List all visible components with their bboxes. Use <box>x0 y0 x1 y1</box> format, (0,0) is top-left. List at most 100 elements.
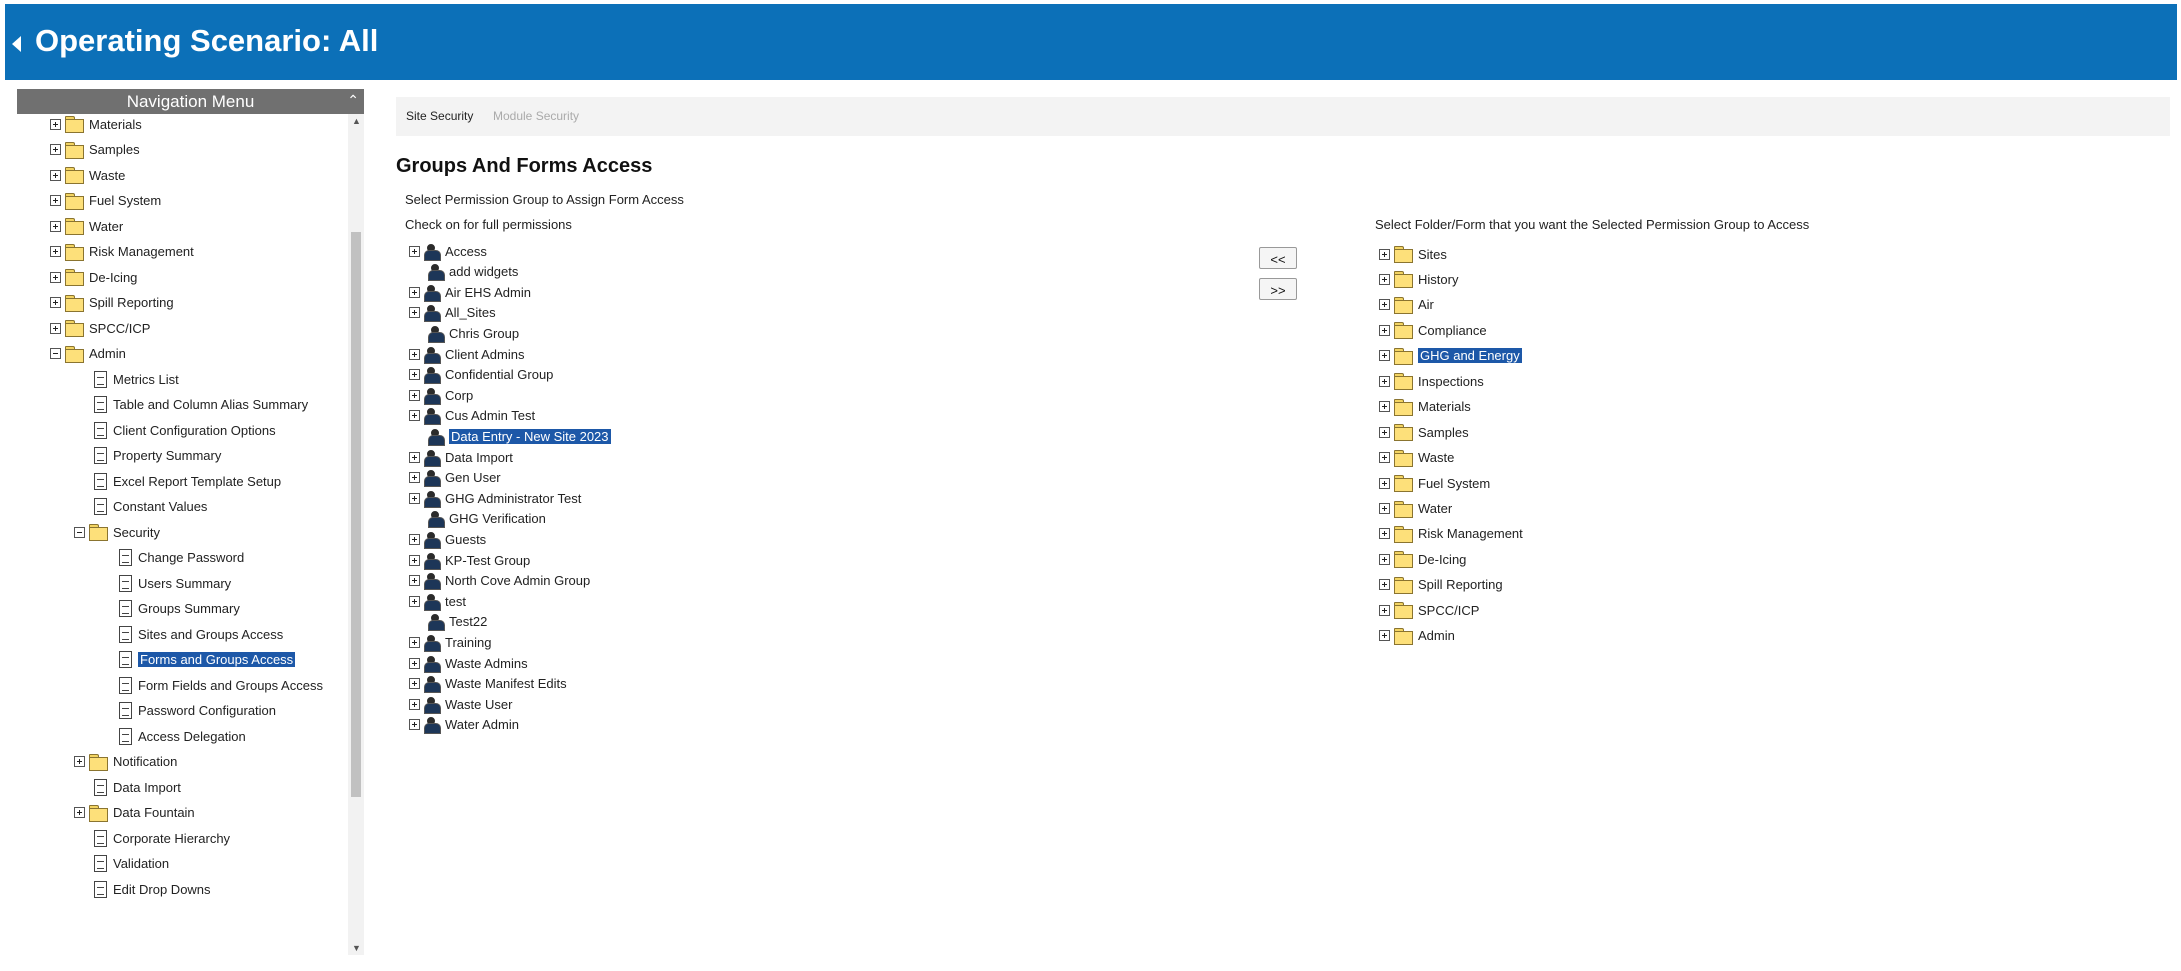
nav-item-forms-and-groups-access[interactable]: Forms and Groups Access <box>119 649 296 671</box>
expand-icon[interactable] <box>1379 503 1390 514</box>
folder-item-ghg-and-energy[interactable]: GHG and Energy <box>1379 345 1522 367</box>
tab-module-security[interactable]: Module Security <box>493 109 579 123</box>
expand-icon[interactable] <box>1379 273 1390 285</box>
folder-item-compliance[interactable]: Compliance <box>1379 319 1487 341</box>
folder-item-admin[interactable]: Admin <box>1379 625 1455 647</box>
nav-item-notification[interactable]: Notification <box>74 751 177 773</box>
expand-icon[interactable] <box>409 286 420 298</box>
collapse-arrow-icon[interactable] <box>12 36 21 52</box>
expand-icon[interactable] <box>50 118 61 130</box>
group-item-add-widgets[interactable]: add widgets <box>428 261 518 283</box>
expand-icon[interactable] <box>409 451 420 463</box>
nav-item-data-fountain[interactable]: Data Fountain <box>74 802 195 824</box>
group-item-client-admins[interactable]: Client Admins <box>409 343 524 365</box>
expand-icon[interactable] <box>1379 248 1390 260</box>
nav-item-materials[interactable]: Materials <box>50 113 142 135</box>
nav-item-change-password[interactable]: Change Password <box>119 547 244 569</box>
group-item-kp-test-group[interactable]: KP-Test Group <box>409 549 530 571</box>
collapse-icon[interactable] <box>50 348 61 359</box>
tab-site-security[interactable]: Site Security <box>406 109 473 123</box>
group-item-ghg-verification[interactable]: GHG Verification <box>428 508 546 530</box>
expand-icon[interactable] <box>409 698 420 710</box>
group-item-training[interactable]: Training <box>409 631 491 653</box>
expand-icon[interactable] <box>1379 324 1390 336</box>
expand-icon[interactable] <box>74 807 85 818</box>
expand-icon[interactable] <box>409 348 420 360</box>
folder-item-spill-reporting[interactable]: Spill Reporting <box>1379 574 1503 596</box>
group-item-test22[interactable]: Test22 <box>428 611 487 633</box>
expand-icon[interactable] <box>409 369 420 381</box>
scroll-up-arrow-icon[interactable]: ▲ <box>352 116 361 126</box>
expand-icon[interactable] <box>50 169 61 181</box>
folder-item-history[interactable]: History <box>1379 268 1458 290</box>
nav-item-water[interactable]: Water <box>50 215 123 237</box>
group-item-corp[interactable]: Corp <box>409 384 473 406</box>
expand-icon[interactable] <box>409 389 420 401</box>
folder-item-sites[interactable]: Sites <box>1379 243 1447 265</box>
folder-item-water[interactable]: Water <box>1379 498 1452 520</box>
expand-icon[interactable] <box>409 719 420 731</box>
folder-item-fuel-system[interactable]: Fuel System <box>1379 472 1490 494</box>
collapse-icon[interactable] <box>74 526 85 538</box>
expand-icon[interactable] <box>1379 452 1390 464</box>
folder-item-samples[interactable]: Samples <box>1379 421 1469 443</box>
nav-item-sites-and-groups-access[interactable]: Sites and Groups Access <box>119 623 283 645</box>
nav-item-excel-report-template-setup[interactable]: Excel Report Template Setup <box>94 470 281 492</box>
expand-icon[interactable] <box>1379 630 1390 642</box>
expand-icon[interactable] <box>409 492 420 504</box>
expand-icon[interactable] <box>409 636 420 648</box>
nav-item-access-delegation[interactable]: Access Delegation <box>119 725 246 747</box>
scrollbar-thumb[interactable] <box>351 232 361 797</box>
group-item-chris-group[interactable]: Chris Group <box>428 322 519 344</box>
nav-item-corporate-hierarchy[interactable]: Corporate Hierarchy <box>94 827 230 849</box>
expand-icon[interactable] <box>1379 401 1390 413</box>
expand-icon[interactable] <box>50 322 61 334</box>
remove-access-button[interactable]: << <box>1259 247 1297 269</box>
expand-icon[interactable] <box>409 657 420 669</box>
group-item-water-admin[interactable]: Water Admin <box>409 714 519 736</box>
group-item-access[interactable]: Access <box>409 240 487 262</box>
expand-icon[interactable] <box>1379 299 1390 311</box>
nav-item-samples[interactable]: Samples <box>50 139 140 161</box>
folder-item-air[interactable]: Air <box>1379 294 1434 316</box>
nav-item-constant-values[interactable]: Constant Values <box>94 496 207 518</box>
expand-icon[interactable] <box>1379 426 1390 438</box>
nav-item-data-import[interactable]: Data Import <box>94 776 181 798</box>
nav-item-spill-reporting[interactable]: Spill Reporting <box>50 292 174 314</box>
grant-access-button[interactable]: >> <box>1259 278 1297 300</box>
group-item-waste-admins[interactable]: Waste Admins <box>409 652 528 674</box>
group-item-cus-admin-test[interactable]: Cus Admin Test <box>409 405 535 427</box>
nav-item-waste[interactable]: Waste <box>50 164 125 186</box>
expand-icon[interactable] <box>409 595 420 607</box>
expand-icon[interactable] <box>74 756 85 767</box>
expand-icon[interactable] <box>50 246 61 257</box>
folder-item-spcc-icp[interactable]: SPCC/ICP <box>1379 599 1479 621</box>
expand-icon[interactable] <box>50 195 61 206</box>
expand-icon[interactable] <box>1379 604 1390 616</box>
expand-icon[interactable] <box>409 472 420 484</box>
expand-icon[interactable] <box>409 245 420 257</box>
scroll-down-arrow-icon[interactable]: ▼ <box>352 943 361 953</box>
nav-item-client-configuration-options[interactable]: Client Configuration Options <box>94 419 276 441</box>
nav-item-validation[interactable]: Validation <box>94 853 169 875</box>
folder-item-risk-management[interactable]: Risk Management <box>1379 523 1523 545</box>
expand-icon[interactable] <box>50 144 61 155</box>
expand-icon[interactable] <box>1379 350 1390 362</box>
expand-icon[interactable] <box>1379 579 1390 591</box>
group-item-data-import[interactable]: Data Import <box>409 446 513 468</box>
group-item-data-entry-new-site-2023[interactable]: Data Entry - New Site 2023 <box>428 425 611 447</box>
folder-item-materials[interactable]: Materials <box>1379 396 1471 418</box>
nav-item-metrics-list[interactable]: Metrics List <box>94 368 179 390</box>
expand-icon[interactable] <box>1379 375 1390 387</box>
expand-icon[interactable] <box>409 678 420 690</box>
nav-item-edit-drop-downs[interactable]: Edit Drop Downs <box>94 878 211 900</box>
expand-icon[interactable] <box>1379 477 1390 489</box>
expand-icon[interactable] <box>409 554 420 566</box>
nav-item-admin[interactable]: Admin <box>50 343 126 365</box>
expand-icon[interactable] <box>409 307 420 319</box>
nav-item-risk-management[interactable]: Risk Management <box>50 241 194 263</box>
expand-icon[interactable] <box>1379 553 1390 565</box>
nav-item-security[interactable]: Security <box>74 521 160 543</box>
group-item-guests[interactable]: Guests <box>409 528 486 550</box>
group-item-all-sites[interactable]: All_Sites <box>409 302 496 324</box>
